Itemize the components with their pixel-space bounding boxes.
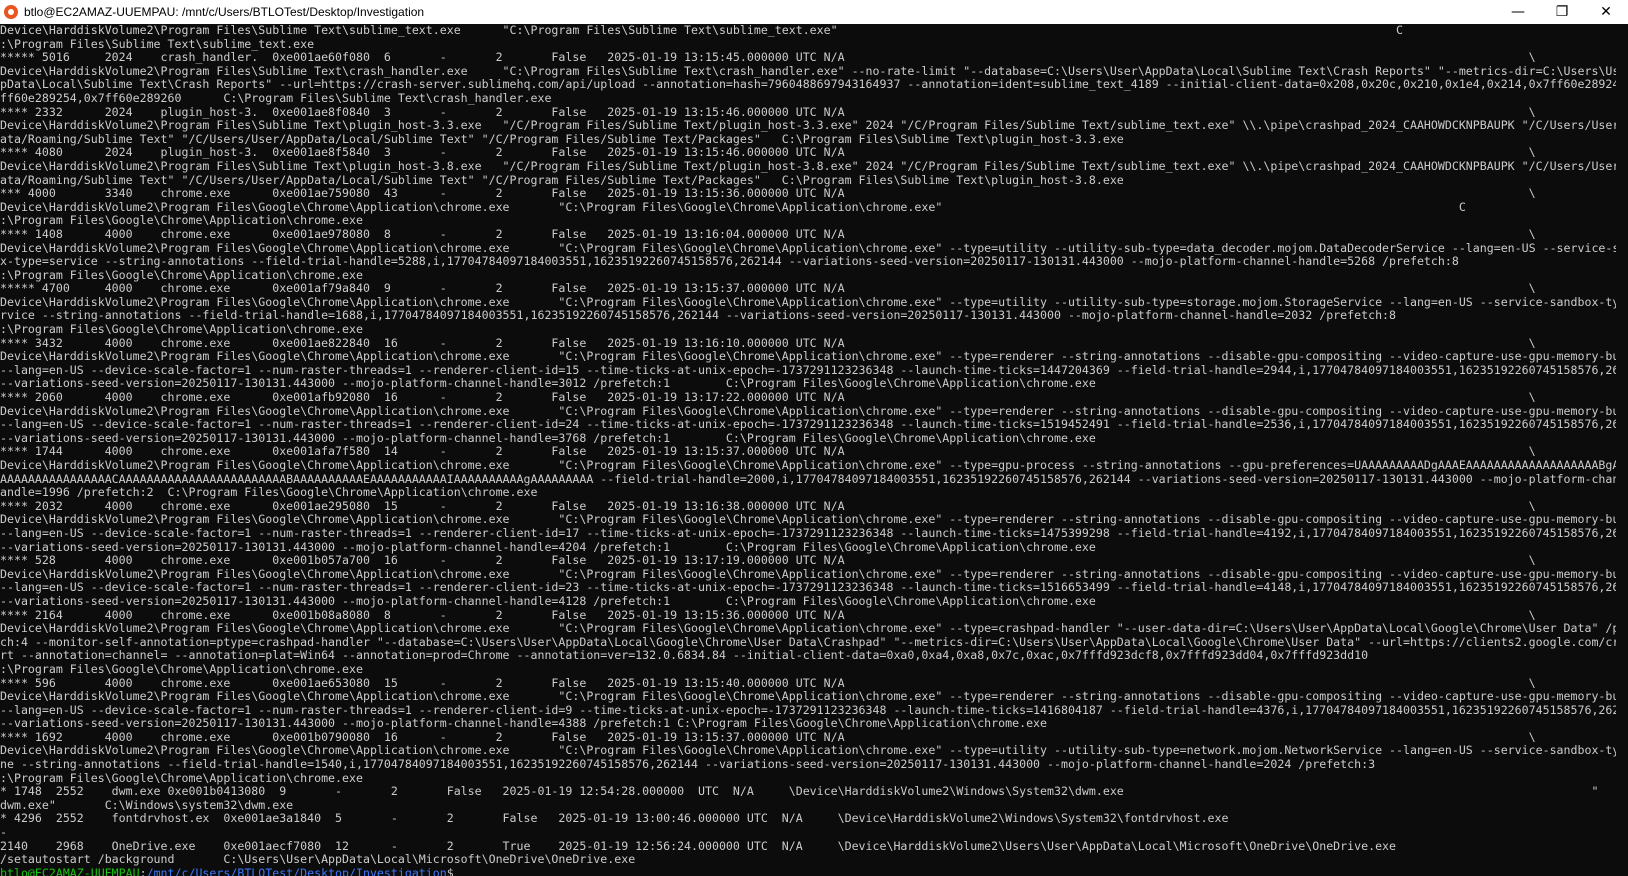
terminal-line: ch:4 --monitor-self-annotation=ptype=cra… [0, 635, 1628, 649]
terminal-line: Device\HarddiskVolume2\Program Files\Goo… [0, 404, 1628, 418]
terminal-line: --variations-seed-version=20250117-13013… [0, 594, 1096, 608]
window-title: btlo@EC2AMAZ-UUEMPAU: /mnt/c/Users/BTLOT… [24, 5, 425, 19]
terminal-line: rvice --string-annotations --field-trial… [0, 309, 1628, 323]
prompt-separator: : [139, 866, 147, 876]
terminal-line: Device\HarddiskVolume2\Program Files\Goo… [0, 459, 1628, 472]
ubuntu-icon [4, 5, 18, 19]
terminal-line: dwm.exe" C:\Windows\system32\dwm.exe [0, 798, 294, 812]
terminal-line: ***** 4700 4000 chrome.exe 0xe001af79a84… [0, 282, 1536, 296]
terminal-line: --lang=en-US --device-scale-factor=1 --n… [0, 526, 1628, 540]
terminal-line: --lang=en-US --device-scale-factor=1 --n… [0, 363, 1628, 377]
terminal-line: AAAAAAAAAAAAAAAACAAAAAAAAAAAAAAAAAAAAAAA… [0, 472, 1628, 486]
terminal-line: * 1748 2552 dwm.exe 0xe001b0413080 9 - 2… [0, 785, 1599, 799]
terminal-line: andle=1996 /prefetch:2 C:\Program Files\… [0, 486, 538, 500]
terminal-line: Device\HarddiskVolume2\Program Files\Goo… [0, 350, 1628, 364]
terminal-line: ata/Roaming/Sublime Text" "/C/Users/User… [0, 173, 1124, 187]
terminal-line: --lang=en-US --device-scale-factor=1 --n… [0, 703, 1628, 717]
terminal-line: * 4296 2552 fontdrvhost.ex 0xe001ae3a184… [0, 812, 1229, 826]
terminal-line: ne --string-annotations --field-trial-ha… [0, 758, 1628, 772]
minimize-button[interactable]: — [1496, 0, 1540, 24]
terminal-line: Device\HarddiskVolume2\Program Files\Sub… [0, 64, 1628, 78]
close-button[interactable]: ✕ [1584, 0, 1628, 24]
terminal-scrollbar[interactable] [1616, 24, 1628, 876]
terminal-line: **** 596 4000 chrome.exe 0xe001ae653080 … [0, 676, 1536, 690]
terminal-line: Device\HarddiskVolume2\Program Files\Goo… [0, 690, 1628, 704]
terminal-line: Device\HarddiskVolume2\Program Files\Goo… [0, 622, 1628, 636]
terminal-line: Device\HarddiskVolume2\Program Files\Goo… [0, 241, 1628, 255]
terminal-line: **** 1744 4000 chrome.exe 0xe001afa7f580… [0, 445, 1536, 459]
window-controls: — ❐ ✕ [1496, 0, 1628, 24]
terminal-line: **** 2332 2024 plugin_host-3. 0xe001ae8f… [0, 105, 1536, 119]
terminal-line: :\Program Files\Sublime Text\sublime_tex… [0, 37, 315, 51]
terminal-line: **** 3432 4000 chrome.exe 0xe001ae822840… [0, 336, 1536, 350]
terminal-line: Device\HarddiskVolume2\Program Files\Goo… [0, 744, 1628, 758]
terminal-line: x-type=service --string-annotations --fi… [0, 255, 1628, 269]
terminal-line: Device\HarddiskVolume2\Program Files\Goo… [0, 200, 1466, 214]
terminal-line: --variations-seed-version=20250117-13013… [0, 431, 1096, 445]
prompt-symbol: $ [446, 866, 454, 876]
terminal-line: ata/Roaming/Sublime Text" "/C/Users/User… [0, 132, 1124, 146]
terminal-line: Device\HarddiskVolume2\Program Files\Goo… [0, 295, 1628, 309]
prompt-user-host: btlo@EC2AMAZ-UUEMPAU [0, 866, 140, 876]
terminal-line: **** 2032 4000 chrome.exe 0xe001ae295080… [0, 499, 1536, 513]
maximize-button[interactable]: ❐ [1540, 0, 1584, 24]
terminal-line: ff60e289254,0x7ff60e289260 C:\Program Fi… [0, 91, 552, 105]
terminal-output[interactable]: Device\HarddiskVolume2\Program Files\Sub… [0, 24, 1628, 876]
terminal-line: Device\HarddiskVolume2\Program Files\Goo… [0, 567, 1628, 581]
terminal-line: 2140 2968 OneDrive.exe 0xe001aecf7080 12… [0, 839, 1397, 853]
terminal-line: :\Program Files\Google\Chrome\Applicatio… [0, 323, 363, 337]
terminal-line: **** 4080 2024 plugin_host-3. 0xe001ae8f… [0, 146, 1536, 160]
terminal-line: Device\HarddiskVolume2\Program Files\Sub… [0, 119, 1628, 133]
terminal-line: --lang=en-US --device-scale-factor=1 --n… [0, 418, 1628, 432]
terminal-line: Device\HarddiskVolume2\Program Files\Sub… [0, 159, 1628, 173]
terminal-line: pData\Local\Sublime Text\Crash Reports" … [0, 78, 1628, 92]
window-titlebar[interactable]: btlo@EC2AMAZ-UUEMPAU: /mnt/c/Users/BTLOT… [0, 0, 1628, 24]
terminal-line: /setautostart /background C:\Users\User\… [0, 853, 636, 867]
terminal-line: rt --annotation=channel= --annotation=pl… [0, 649, 1628, 663]
terminal-line: **** 528 4000 chrome.exe 0xe001b057a700 … [0, 554, 1536, 568]
terminal-line: Device\HarddiskVolume2\Program Files\Goo… [0, 513, 1628, 527]
terminal-line: **** 2060 4000 chrome.exe 0xe001afb92080… [0, 391, 1536, 405]
terminal-line: :\Program Files\Google\Chrome\Applicatio… [0, 771, 363, 785]
shell-prompt[interactable]: btlo@EC2AMAZ-UUEMPAU:/mnt/c/Users/BTLOTe… [0, 867, 1628, 876]
terminal-line: *** 4000 3340 chrome.exe 0xe001ae759080 … [0, 187, 1536, 201]
terminal-line: :\Program Files\Google\Chrome\Applicatio… [0, 662, 363, 676]
terminal-line: **** 1408 4000 chrome.exe 0xe001ae978080… [0, 227, 1536, 241]
terminal-line: :\Program Files\Google\Chrome\Applicatio… [0, 214, 363, 228]
prompt-path: /mnt/c/Users/BTLOTest/Desktop/Investigat… [146, 866, 447, 876]
terminal-line: - [0, 826, 7, 840]
terminal-line: **** 1692 4000 chrome.exe 0xe001b0790080… [0, 730, 1536, 744]
terminal-line: --lang=en-US --device-scale-factor=1 --n… [0, 581, 1628, 595]
terminal-line: Device\HarddiskVolume2\Program Files\Sub… [0, 24, 1403, 37]
terminal-line: --variations-seed-version=20250117-13013… [0, 377, 1096, 391]
terminal-line: **** 2164 4000 chrome.exe 0xe001b08a8080… [0, 608, 1536, 622]
terminal-line: ***** 5016 2024 crash_handler. 0xe001ae6… [0, 51, 1536, 65]
terminal-line: --variations-seed-version=20250117-13013… [0, 540, 1096, 554]
terminal-line: --variations-seed-version=20250117-13013… [0, 717, 1048, 731]
terminal-line: :\Program Files\Google\Chrome\Applicatio… [0, 268, 363, 282]
